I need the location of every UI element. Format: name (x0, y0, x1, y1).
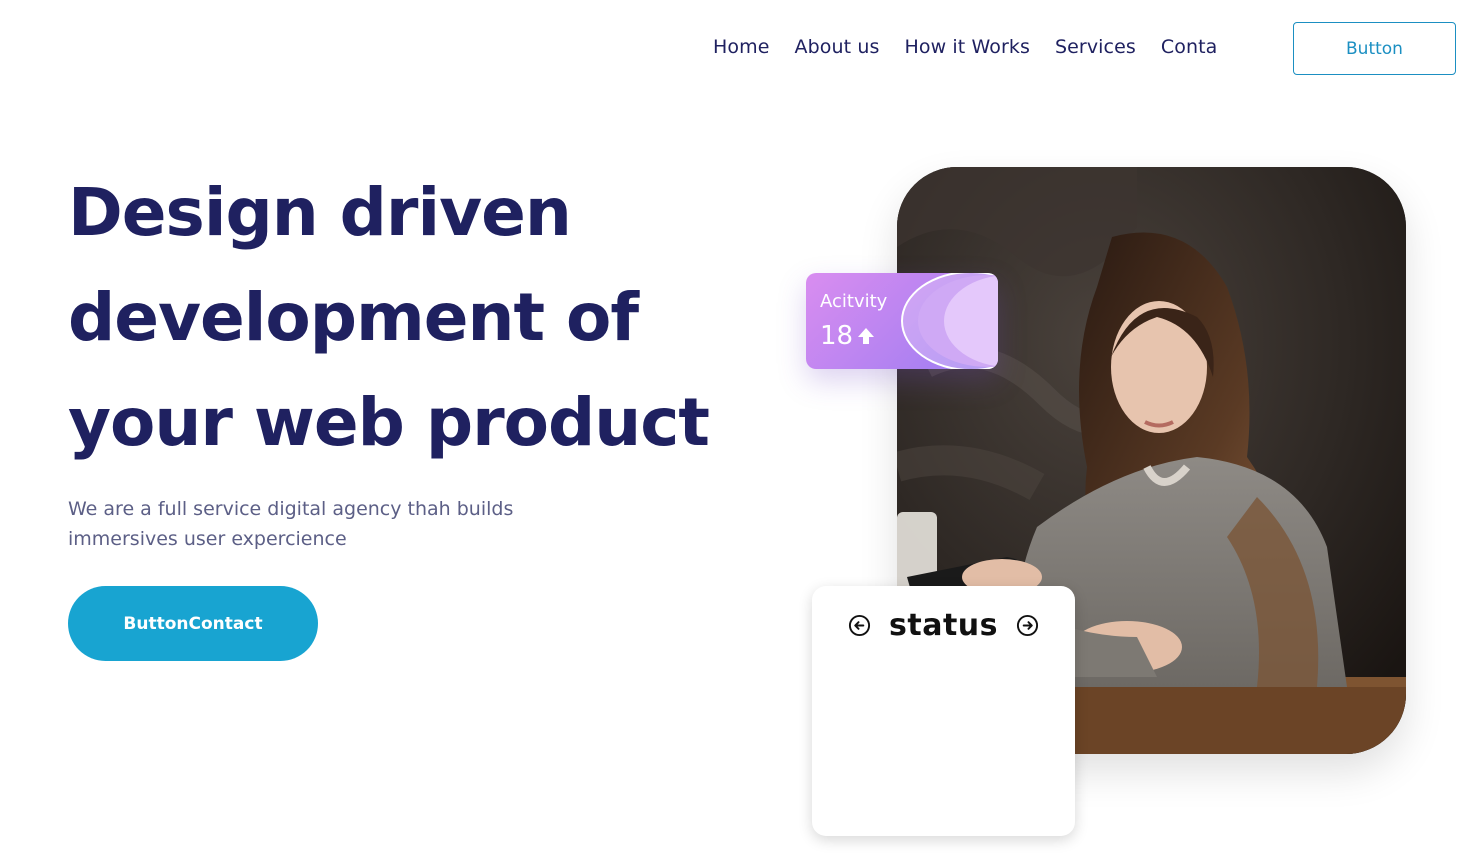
activity-value: 18 (820, 321, 854, 351)
activity-value-row: 18 (820, 321, 875, 351)
status-card: status (812, 586, 1075, 836)
nav-link-about[interactable]: About us (795, 36, 880, 58)
hero-subtitle-line: immersives user expercience (68, 528, 347, 550)
hero-subtitle: We are a full service digital agency tha… (68, 494, 568, 554)
arrow-up-icon (858, 328, 875, 344)
nav-link-how-it-works[interactable]: How it Works (904, 36, 1029, 58)
nav-link-services[interactable]: Services (1055, 36, 1136, 58)
hero-title-line: your web product (68, 384, 710, 461)
nav-link-contact[interactable]: Conta (1161, 36, 1218, 58)
activity-label: Acitvity (820, 291, 888, 312)
hero-title: Design driven development of your web pr… (68, 160, 768, 475)
hero-title-line: development of (68, 279, 639, 356)
nav-link-home[interactable]: Home (713, 36, 770, 58)
header-button[interactable]: Button (1293, 22, 1456, 75)
main-nav: Home About us How it Works Services Cont… (713, 36, 1242, 58)
arrow-right-circle-icon[interactable] (1016, 614, 1039, 637)
hero-subtitle-line: We are a full service digital agency tha… (68, 498, 514, 520)
hero-title-line: Design driven (68, 174, 572, 251)
contact-button[interactable]: ButtonContact (68, 586, 318, 661)
activity-card: Acitvity 18 (806, 273, 998, 369)
